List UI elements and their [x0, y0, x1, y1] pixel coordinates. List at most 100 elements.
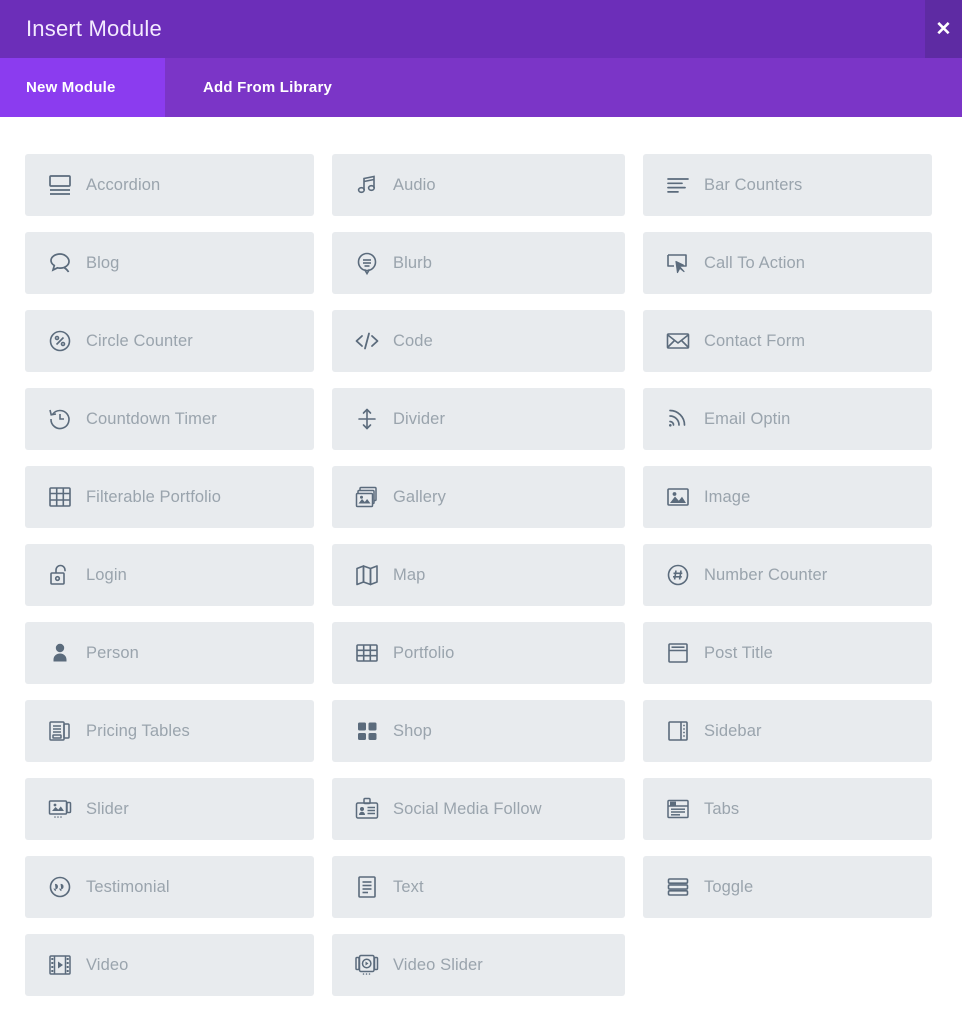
- close-icon: ✕: [935, 18, 952, 40]
- stacked-images-icon: [352, 482, 382, 512]
- module-card-pricing-tables[interactable]: Pricing Tables: [25, 700, 314, 762]
- grid-table-icon: [352, 638, 382, 668]
- module-label: Divider: [393, 409, 446, 428]
- text-document-icon: [352, 872, 382, 902]
- circle-percent-icon: [45, 326, 75, 356]
- module-card-sidebar[interactable]: Sidebar: [643, 700, 932, 762]
- module-grid: Accordion Blog Circle Counter Countdown …: [0, 117, 962, 996]
- module-card-video[interactable]: Video: [25, 934, 314, 996]
- module-label: Call To Action: [704, 253, 806, 272]
- rss-signal-icon: [663, 404, 693, 434]
- module-card-slider[interactable]: Slider: [25, 778, 314, 840]
- module-card-post-title[interactable]: Post Title: [643, 622, 932, 684]
- video-slider-icon: [352, 950, 382, 980]
- pricing-tables-icon: [45, 716, 75, 746]
- module-label: Person: [86, 643, 139, 662]
- module-card-portfolio[interactable]: Portfolio: [332, 622, 625, 684]
- tabs-icon: [663, 794, 693, 824]
- unlocked-padlock-icon: [45, 560, 75, 590]
- hash-circle-icon: [663, 560, 693, 590]
- four-squares-icon: [352, 716, 382, 746]
- module-card-audio[interactable]: Audio: [332, 154, 625, 216]
- module-card-accordion[interactable]: Accordion: [25, 154, 314, 216]
- post-title-icon: [663, 638, 693, 668]
- code-brackets-icon: [352, 326, 382, 356]
- module-label: Sidebar: [704, 721, 762, 740]
- module-card-text[interactable]: Text: [332, 856, 625, 918]
- vertical-arrows-icon: [352, 404, 382, 434]
- module-label: Tabs: [704, 799, 740, 818]
- tab-new-module[interactable]: New Module: [0, 58, 165, 117]
- cursor-click-icon: [663, 248, 693, 278]
- module-label: Contact Form: [704, 331, 806, 350]
- page-title: Insert Module: [26, 16, 162, 41]
- module-card-email-optin[interactable]: Email Optin: [643, 388, 932, 450]
- module-card-blog[interactable]: Blog: [25, 232, 314, 294]
- module-label: Blog: [86, 253, 120, 272]
- module-label: Blurb: [393, 253, 433, 272]
- speech-bubbles-icon: [45, 248, 75, 278]
- image-slider-icon: [45, 794, 75, 824]
- module-card-bar-counters[interactable]: Bar Counters: [643, 154, 932, 216]
- module-card-tabs[interactable]: Tabs: [643, 778, 932, 840]
- module-card-toggle[interactable]: Toggle: [643, 856, 932, 918]
- module-label: Countdown Timer: [86, 409, 217, 428]
- toggle-bars-icon: [663, 872, 693, 902]
- module-card-social-media-follow[interactable]: Social Media Follow: [332, 778, 625, 840]
- module-card-blurb[interactable]: Blurb: [332, 232, 625, 294]
- module-label: Code: [393, 331, 433, 350]
- module-label: Toggle: [704, 877, 754, 896]
- module-card-countdown-timer[interactable]: Countdown Timer: [25, 388, 314, 450]
- module-label: Map: [393, 565, 426, 584]
- envelope-icon: [663, 326, 693, 356]
- module-label: Login: [86, 565, 127, 584]
- bar-counters-icon: [663, 170, 693, 200]
- sidebar-layout-icon: [663, 716, 693, 746]
- module-card-gallery[interactable]: Gallery: [332, 466, 625, 528]
- module-card-login[interactable]: Login: [25, 544, 314, 606]
- module-label: Text: [393, 877, 424, 896]
- quote-circle-icon: [45, 872, 75, 902]
- tab-bar: New Module Add From Library: [0, 58, 962, 117]
- accordion-icon: [45, 170, 75, 200]
- module-card-video-slider[interactable]: Video Slider: [332, 934, 625, 996]
- film-play-icon: [45, 950, 75, 980]
- module-card-divider[interactable]: Divider: [332, 388, 625, 450]
- module-column-3: Bar Counters Call To Action Contact Form…: [643, 154, 932, 996]
- close-button[interactable]: ✕: [925, 0, 962, 58]
- picture-icon: [663, 482, 693, 512]
- module-card-shop[interactable]: Shop: [332, 700, 625, 762]
- module-label: Circle Counter: [86, 331, 193, 350]
- module-label: Audio: [393, 175, 436, 194]
- module-card-circle-counter[interactable]: Circle Counter: [25, 310, 314, 372]
- module-label: Slider: [86, 799, 129, 818]
- module-label: Bar Counters: [704, 175, 803, 194]
- tab-add-from-library[interactable]: Add From Library: [165, 58, 371, 117]
- module-card-code[interactable]: Code: [332, 310, 625, 372]
- module-label: Video Slider: [393, 955, 483, 974]
- folded-map-icon: [352, 560, 382, 590]
- module-card-image[interactable]: Image: [643, 466, 932, 528]
- module-label: Post Title: [704, 643, 773, 662]
- module-card-number-counter[interactable]: Number Counter: [643, 544, 932, 606]
- module-label: Testimonial: [86, 877, 170, 896]
- id-badge-icon: [352, 794, 382, 824]
- blurb-bubble-icon: [352, 248, 382, 278]
- module-label: Video: [86, 955, 129, 974]
- module-label: Pricing Tables: [86, 721, 190, 740]
- module-card-call-to-action[interactable]: Call To Action: [643, 232, 932, 294]
- module-label: Email Optin: [704, 409, 791, 428]
- module-label: Portfolio: [393, 643, 455, 662]
- module-card-filterable-portfolio[interactable]: Filterable Portfolio: [25, 466, 314, 528]
- module-label: Social Media Follow: [393, 799, 542, 818]
- module-card-person[interactable]: Person: [25, 622, 314, 684]
- module-card-map[interactable]: Map: [332, 544, 625, 606]
- module-label: Gallery: [393, 487, 446, 506]
- module-label: Filterable Portfolio: [86, 487, 221, 506]
- module-card-testimonial[interactable]: Testimonial: [25, 856, 314, 918]
- modal-header: Insert Module ✕: [0, 0, 962, 58]
- module-column-2: Audio Blurb Code Divider Gallery Map Por…: [332, 154, 625, 996]
- module-card-contact-form[interactable]: Contact Form: [643, 310, 932, 372]
- module-column-1: Accordion Blog Circle Counter Countdown …: [25, 154, 314, 996]
- person-icon: [45, 638, 75, 668]
